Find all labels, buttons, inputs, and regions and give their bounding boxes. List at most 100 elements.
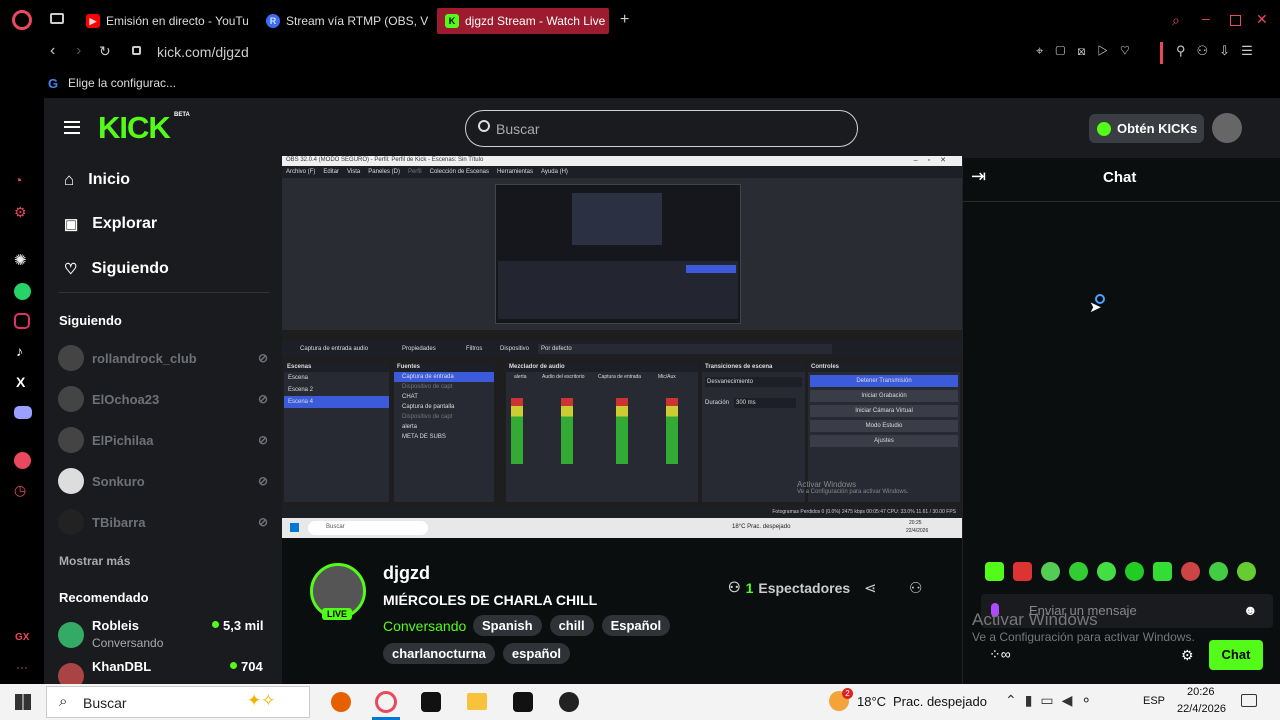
notifications-icon[interactable] [1241,694,1257,707]
minimize-icon[interactable]: – [1202,10,1210,26]
recommended-item[interactable]: Robleis Conversando 5,3 mil [58,618,268,652]
obs-source-item[interactable]: CHAT [394,392,494,402]
obs-source-item[interactable]: Captura de entrada [394,372,494,382]
x-icon[interactable]: X [16,374,25,390]
emoji-icon[interactable]: ☻ [1243,602,1258,618]
new-tab-button[interactable]: + [620,11,629,29]
tab-restream[interactable]: R Stream vía RTMP (OBS, V [258,8,428,34]
emote-icon[interactable] [1153,562,1172,581]
obs-menu-item[interactable]: Colección de Escenas [430,166,489,178]
emote-icon[interactable] [1125,562,1144,581]
nav-following[interactable]: ♡ Siguiendo [64,260,169,278]
user-avatar[interactable] [1212,113,1242,143]
obs-source-item[interactable]: Dispositivo de capt [394,412,494,422]
app-explorer-icon[interactable] [467,693,487,710]
weather-text[interactable]: Prac. despejado [893,694,987,709]
following-item[interactable]: TBibarra ⊘ [58,507,268,537]
gx-icon[interactable]: GX [15,632,29,643]
url-field[interactable]: kick.com/djgzd [157,44,249,60]
speed-dial-icon[interactable]: ◔ [14,172,22,188]
emote-icon[interactable] [985,562,1004,581]
app-capcut-icon[interactable] [421,692,441,712]
obs-scene-item[interactable]: Escena 2 [284,384,389,396]
obs-scene-item[interactable]: Escena 4 [284,396,389,408]
chat-send-button[interactable]: Chat [1209,640,1263,670]
search-input[interactable]: Buscar [496,121,540,137]
show-more-link[interactable]: Mostrar más [59,554,130,568]
language-indicator[interactable]: ESP [1143,695,1165,707]
obs-source-item[interactable]: Captura de pantalla [394,402,494,412]
chatgpt-icon[interactable]: ✺ [14,251,27,269]
tag-pill[interactable]: español [502,643,571,664]
nav-home[interactable]: ⌂ Inicio [64,170,130,190]
back-icon[interactable]: ‹ [50,42,55,60]
recommended-item[interactable]: KhanDBL 704 [58,659,268,684]
emote-icon[interactable] [1237,562,1256,581]
obs-menu-item[interactable]: Paneles (D) [368,166,400,178]
clock-date[interactable]: 22/4/2026 [1177,703,1226,715]
obs-transition-select[interactable]: Desvanecimiento [705,377,802,387]
app-obs-icon[interactable] [559,692,579,712]
following-item[interactable]: ElOchoa23 ⊘ [58,384,268,414]
obs-duration-input[interactable]: 300 ms [734,398,796,408]
whatsapp-icon[interactable] [14,283,31,300]
tag-pill[interactable]: Español [601,615,671,636]
close-icon[interactable]: ✕ [1256,11,1268,28]
obs-device-select[interactable]: Por defecto [538,344,832,354]
obs-settings-button[interactable]: Ajustes [810,435,958,447]
tab-kick[interactable]: K djgzd Stream - Watch Live [437,8,609,34]
obs-virtual-cam-button[interactable]: Iniciar Cámara Virtual [810,405,958,417]
obs-menu-item[interactable]: Vista [347,166,360,178]
emote-icon[interactable] [1041,562,1060,581]
search-bar[interactable]: Buscar [465,110,858,147]
taskbar-search-box[interactable]: ⌕ Buscar ✦✧ [46,686,310,718]
emote-icon[interactable] [1209,562,1228,581]
app-firefox-icon[interactable] [331,692,351,712]
tag-pill[interactable]: Spanish [473,615,542,636]
bookmark-link[interactable]: Elige la configurac... [68,76,176,90]
tag-pill[interactable]: chill [549,615,594,636]
obs-stop-stream-button[interactable]: Detener Transmisión [810,375,958,387]
emote-icon[interactable] [1097,562,1116,581]
emote-icon[interactable] [1013,562,1032,581]
spotify-icon[interactable] [14,452,31,469]
aria-icon[interactable]: ⚙ [14,204,27,221]
obs-menu-item[interactable]: Ayuda (H) [541,166,568,178]
collapse-chat-icon[interactable]: ⇥ [971,166,986,187]
instagram-icon[interactable] [14,313,30,329]
tiktok-icon[interactable]: ♪ [16,343,23,359]
obs-menu-item[interactable]: Herramientas [497,166,533,178]
forward-icon[interactable]: › [76,42,81,60]
obs-source-item[interactable]: alerta [394,422,494,432]
obs-menu-item[interactable]: Editar [323,166,339,178]
opera-logo-icon[interactable] [12,10,32,30]
kick-logo[interactable]: KICK [98,110,171,146]
get-kicks-button[interactable]: Obtén KICKs [1089,114,1204,143]
windows-start-icon[interactable] [15,694,31,710]
more-icon[interactable]: ··· [16,660,28,674]
app-opera-icon[interactable] [375,691,397,713]
clock-time[interactable]: 20:26 [1187,686,1215,698]
tray-icons[interactable]: ⌃▮▭◀︎⚬ [1005,692,1100,709]
workspace-icon[interactable] [50,13,64,24]
obs-source-item[interactable]: META DE SUBS [394,432,494,442]
weather-temp[interactable]: 18°C [857,694,886,709]
following-item[interactable]: ElPichilaa ⊘ [58,425,268,455]
discord-icon[interactable] [14,406,32,419]
maximize-icon[interactable] [1230,15,1241,26]
chat-settings-icon[interactable]: ⚙ [1181,647,1194,664]
obs-record-button[interactable]: Iniciar Grabación [810,390,958,402]
channel-name[interactable]: djgzd [383,563,430,584]
video-player[interactable]: OBS 32.0.4 (MODO SEGURO) - Perfil: Perfi… [282,156,962,538]
app-capcut2-icon[interactable] [513,692,533,712]
obs-menu-item[interactable]: Archivo (F) [286,166,315,178]
obs-filters-button[interactable]: Filtros [466,346,482,352]
chat-points-icon[interactable]: ⁘∞ [989,646,1011,663]
obs-properties-button[interactable]: Propiedades [402,346,436,352]
tag-pill[interactable]: charlanocturna [383,643,495,664]
history-icon[interactable]: ◷ [14,482,26,499]
search-tabs-icon[interactable]: ⌕ [1172,12,1180,29]
emote-icon[interactable] [1069,562,1088,581]
obs-menu-item[interactable]: Perfil [408,166,422,178]
stream-category[interactable]: Conversando [383,618,466,634]
